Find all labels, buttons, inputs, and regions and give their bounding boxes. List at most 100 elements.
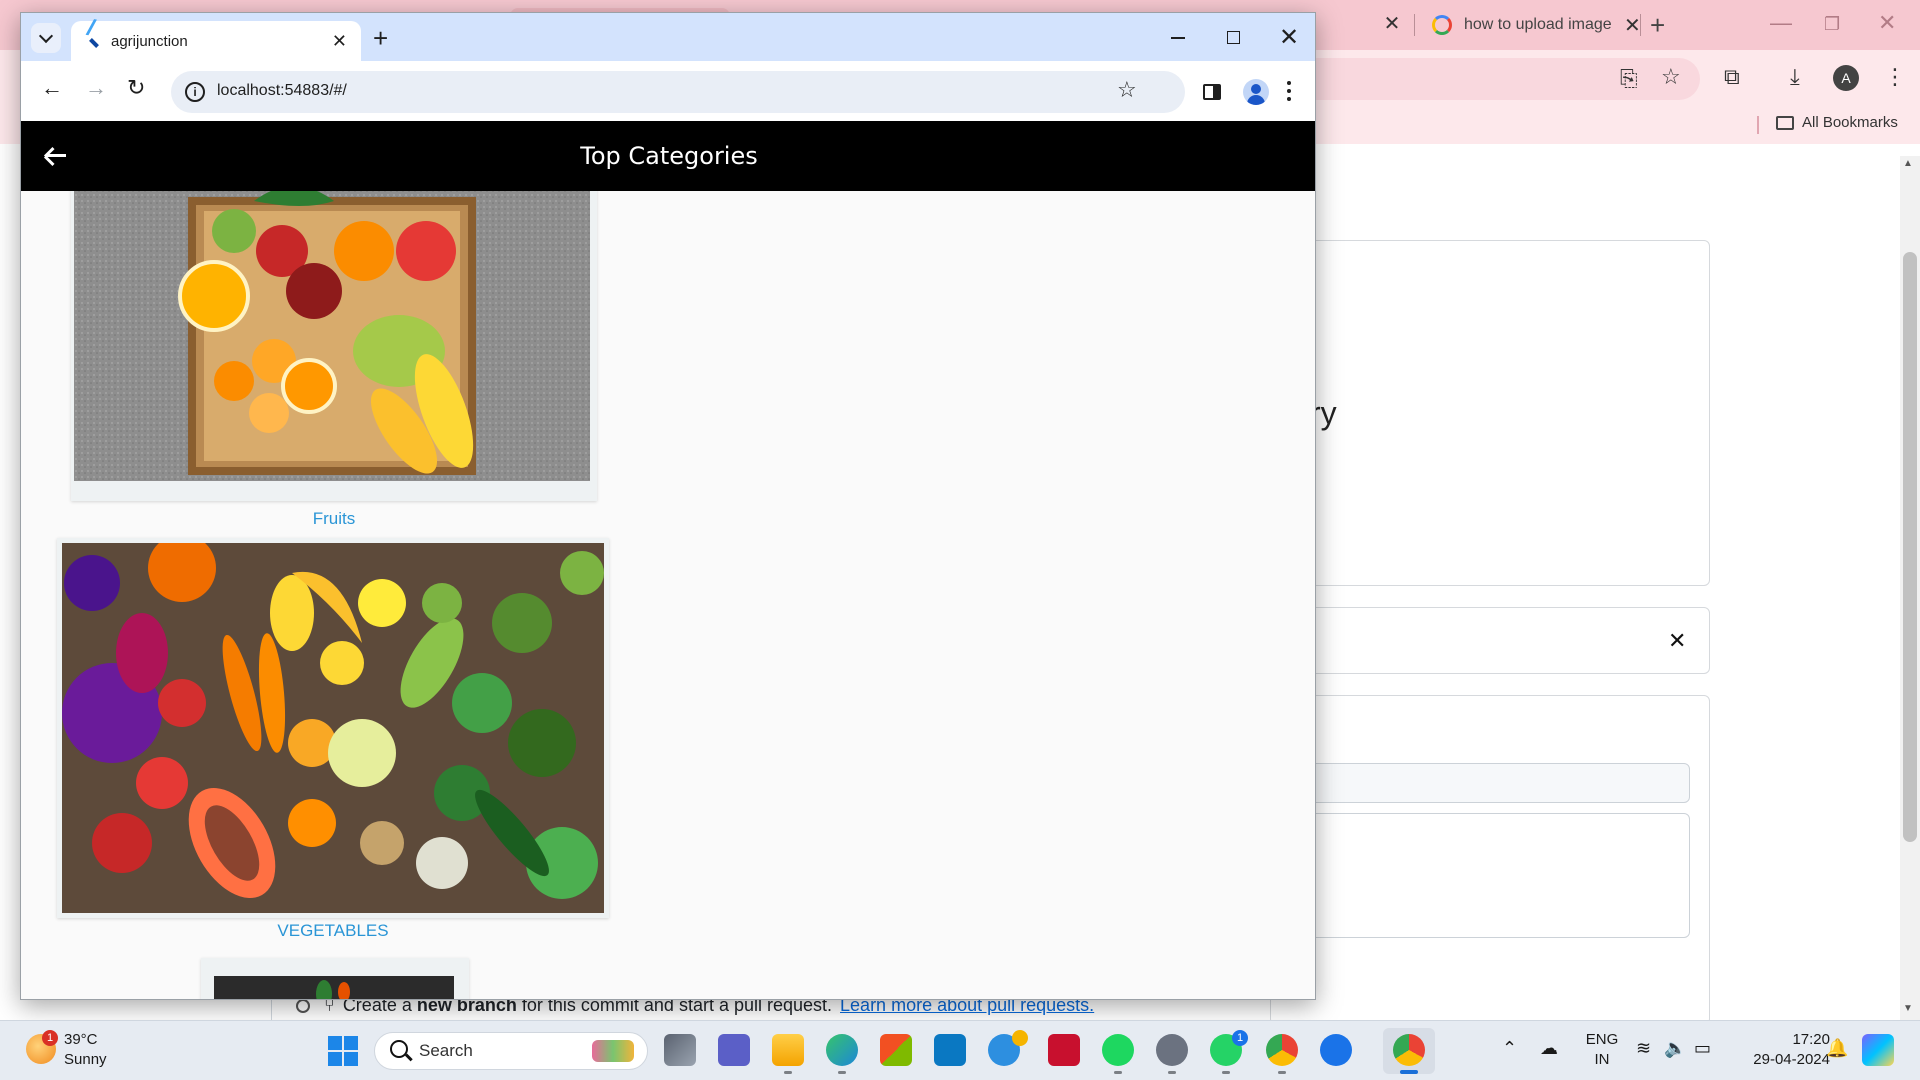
profile-icon[interactable] — [1243, 79, 1269, 105]
chrome-active-icon[interactable] — [1393, 1034, 1425, 1066]
help-badge — [1012, 1030, 1028, 1046]
app-store-icon[interactable] — [1320, 1034, 1352, 1066]
running-indicator — [1222, 1071, 1230, 1074]
edge-icon[interactable] — [826, 1034, 858, 1066]
volume-icon[interactable]: 🔈 — [1664, 1038, 1686, 1059]
category-label[interactable]: Fruits — [71, 509, 597, 529]
background-text-input[interactable] — [1300, 763, 1690, 803]
battery-icon[interactable]: ▭ — [1694, 1038, 1711, 1059]
flutter-icon — [85, 19, 101, 50]
clock-date[interactable]: 29-04-2024 — [1730, 1051, 1830, 1068]
new-tab-button[interactable]: + — [373, 23, 388, 54]
background-tab-title: how to upload image — [1464, 16, 1612, 33]
page-title: Top Categories — [580, 142, 758, 170]
file-explorer-icon[interactable] — [772, 1034, 804, 1066]
scroll-down-arrow-icon[interactable]: ▼ — [1903, 1003, 1913, 1014]
categories-list: Fruits VEGETABLES — [21, 191, 1315, 999]
tab-title: agrijunction — [111, 32, 188, 50]
weather-temperature[interactable]: 39°C — [64, 1031, 98, 1048]
download-icon[interactable]: ⤓ — [1790, 64, 1800, 90]
tab-divider — [1640, 14, 1641, 36]
app-bar: Top Categories — [21, 121, 1315, 191]
running-indicator — [838, 1071, 846, 1074]
language-bottom[interactable]: IN — [1584, 1051, 1620, 1068]
weather-badge: 1 — [42, 1030, 58, 1046]
bookmark-star-icon[interactable]: ☆ — [1117, 77, 1137, 103]
fruits-image — [74, 191, 590, 481]
all-bookmarks-label: All Bookmarks — [1802, 114, 1898, 131]
tab-divider — [1414, 14, 1415, 36]
category-card-partial[interactable] — [201, 958, 469, 999]
side-panel-icon[interactable] — [1203, 84, 1221, 100]
all-bookmarks-button[interactable]: All Bookmarks — [1776, 114, 1898, 131]
bookmarks-divider — [1757, 116, 1759, 134]
profile-avatar[interactable]: A — [1833, 65, 1859, 91]
background-tab2-close-icon[interactable]: ✕ — [1624, 13, 1641, 38]
running-indicator — [1168, 1071, 1176, 1074]
dismiss-icon[interactable]: ✕ — [1668, 628, 1686, 654]
background-close-icon[interactable]: ✕ — [1878, 10, 1896, 36]
foreground-browser-window: agrijunction ✕ + ✕ ← → ↻ i localhost:548… — [20, 12, 1316, 1000]
search-highlight-image — [592, 1040, 634, 1062]
myhp-icon[interactable] — [934, 1034, 966, 1066]
partial-category-image — [214, 976, 454, 999]
back-icon[interactable]: ← — [41, 75, 63, 101]
forward-icon[interactable]: → — [85, 75, 107, 101]
task-view-icon[interactable] — [664, 1034, 696, 1066]
running-indicator — [1114, 1071, 1122, 1074]
copilot-icon[interactable] — [1862, 1034, 1894, 1066]
url-text[interactable]: localhost:54883/#/ — [217, 82, 347, 100]
settings-gear-icon[interactable] — [1156, 1034, 1188, 1066]
running-indicator — [784, 1071, 792, 1074]
mcafee-icon[interactable] — [1048, 1034, 1080, 1066]
start-windows-icon[interactable] — [328, 1036, 358, 1066]
chevron-down-icon — [38, 28, 54, 43]
close-window-icon[interactable]: ✕ — [1279, 23, 1299, 52]
minimize-icon[interactable] — [1171, 37, 1185, 39]
show-hidden-icons-chevron-icon[interactable]: ⌃ — [1502, 1038, 1517, 1059]
taskbar-search-label[interactable]: Search — [419, 1041, 473, 1061]
folder-icon — [1776, 115, 1794, 130]
background-minimize-icon[interactable]: — — [1770, 10, 1792, 36]
tab-search-button[interactable] — [31, 23, 61, 53]
tab-close-icon[interactable]: ✕ — [332, 31, 347, 52]
maximize-icon[interactable] — [1227, 31, 1240, 44]
spotify-icon[interactable] — [1102, 1034, 1134, 1066]
extensions-icon[interactable]: ⧉ — [1724, 64, 1740, 90]
notification-bell-icon[interactable]: 🔔 — [1826, 1038, 1848, 1059]
background-new-tab-button[interactable]: + — [1650, 10, 1665, 41]
tab-agrijunction[interactable]: agrijunction ✕ — [71, 19, 361, 61]
background-textarea[interactable] — [1300, 813, 1690, 938]
chrome-icon[interactable] — [1266, 1034, 1298, 1066]
reload-icon[interactable]: ↻ — [127, 75, 145, 101]
new-branch-radio[interactable] — [296, 998, 310, 1013]
menu-kebab-icon[interactable]: ⋮ — [1884, 64, 1906, 90]
scroll-up-arrow-icon[interactable]: ▲ — [1903, 158, 1913, 169]
search-icon — [390, 1040, 408, 1058]
background-alert-card — [1270, 607, 1710, 674]
background-tab-close-icon[interactable]: ✕ — [1380, 12, 1404, 36]
language-top[interactable]: ENG — [1584, 1031, 1620, 1048]
background-restore-icon[interactable]: ❐ — [1824, 14, 1840, 35]
google-icon — [1432, 15, 1452, 35]
background-tab-google[interactable]: how to upload image ✕ — [1424, 10, 1642, 40]
page-scrollbar-thumb[interactable] — [1903, 252, 1917, 842]
running-indicator — [1278, 1071, 1286, 1074]
site-info-icon[interactable]: i — [185, 82, 205, 102]
onedrive-cloud-icon[interactable]: ☁ — [1540, 1038, 1558, 1059]
install-app-icon[interactable]: ⎘ — [1620, 66, 1638, 92]
bookmark-star-icon[interactable]: ☆ — [1661, 64, 1681, 90]
active-indicator — [1400, 1070, 1418, 1074]
teams-icon[interactable] — [718, 1034, 750, 1066]
store-icon[interactable] — [880, 1034, 912, 1066]
clock-time[interactable]: 17:20 — [1730, 1031, 1830, 1048]
background-omnibox[interactable] — [1300, 58, 1700, 100]
category-card-vegetables[interactable] — [57, 538, 609, 918]
whatsapp-badge: 1 — [1232, 1030, 1248, 1046]
category-card-fruits[interactable] — [71, 191, 597, 501]
category-label[interactable]: VEGETABLES — [57, 921, 609, 941]
back-arrow-icon[interactable] — [43, 144, 67, 168]
wifi-icon[interactable]: ≋ — [1636, 1038, 1651, 1059]
menu-kebab-icon[interactable] — [1287, 81, 1291, 101]
weather-description[interactable]: Sunny — [64, 1051, 107, 1068]
